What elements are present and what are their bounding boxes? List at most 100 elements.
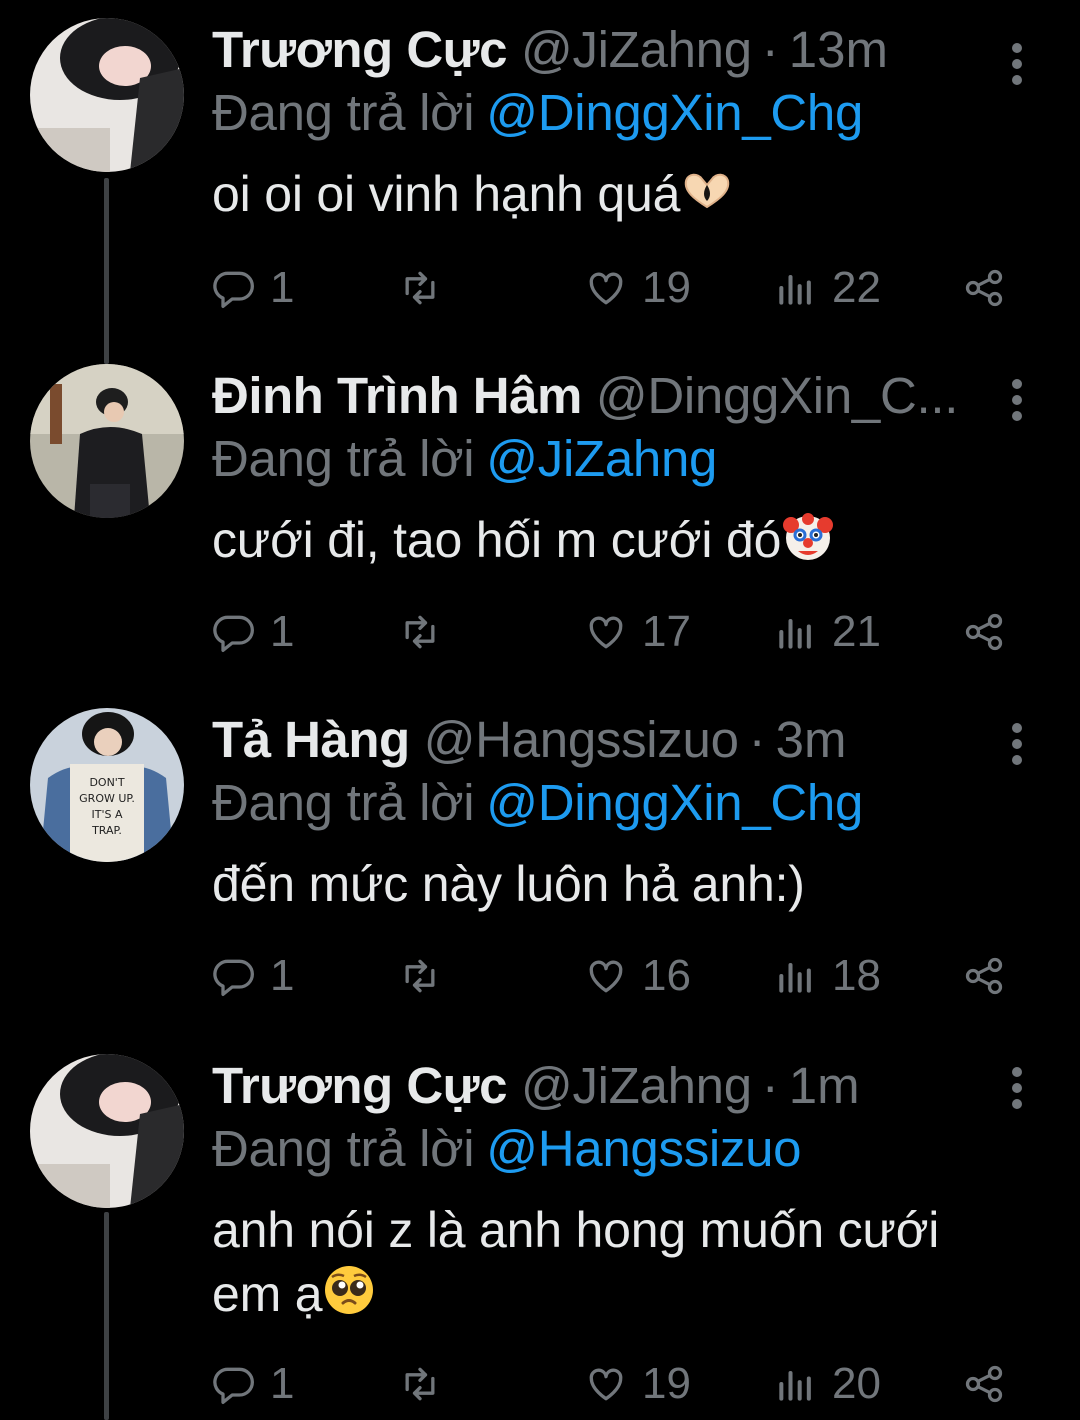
replying-to-label: Đang trả lời [212, 1120, 475, 1177]
avatar-dinggxin[interactable] [30, 364, 184, 518]
reply-button[interactable]: 1 [212, 258, 294, 318]
reply-icon [213, 615, 254, 652]
heart-icon [589, 272, 623, 305]
tweet-1-actions: 1 19 22 [212, 258, 1012, 318]
share-icon [965, 269, 1003, 307]
avatar-jizahng[interactable] [30, 1054, 184, 1208]
shirt-text-line-3: IT'S A [92, 808, 123, 821]
views-icon [779, 618, 811, 649]
views-icon [779, 1370, 811, 1401]
display-name[interactable]: Đinh Trình Hâm [212, 364, 582, 428]
retweet-icon [405, 959, 435, 993]
tweet-text: anh nói z là anh hong muốn cưới em ạ [212, 1198, 1012, 1326]
share-button[interactable] [962, 258, 1006, 318]
tweet-text-body: đến mức này luôn hả anh:) [212, 856, 805, 912]
views-icon [779, 962, 811, 993]
avatar-jizahng[interactable] [30, 18, 184, 172]
avatar-hangssizuo[interactable]: DON'T GROW UP. IT'S A TRAP. [30, 708, 184, 862]
reply-count: 1 [270, 263, 295, 312]
timestamp[interactable]: 1m [789, 1054, 860, 1118]
heart-icon [589, 960, 623, 993]
reply-button[interactable]: 1 [212, 946, 294, 1006]
retweet-icon [405, 271, 435, 305]
user-handle[interactable]: @Hangssizuo [424, 708, 739, 772]
heart-icon [589, 616, 623, 649]
tweet-3-actions: 1 16 18 [212, 946, 1012, 1006]
like-count: 19 [642, 263, 691, 312]
more-vertical-icon[interactable] [1004, 1066, 1030, 1110]
like-count: 17 [642, 607, 691, 656]
mention-link[interactable]: @JiZahng [486, 430, 717, 487]
reply-icon [213, 959, 254, 996]
retweet-icon [405, 615, 435, 649]
retweet-button[interactable] [398, 258, 442, 318]
tweet-text: cưới đi, tao hối m cưới đó [212, 508, 1002, 572]
replying-to-label: Đang trả lời [212, 84, 475, 141]
reply-count: 1 [270, 1359, 295, 1408]
retweet-button[interactable] [398, 946, 442, 1006]
tweet-text: đến mức này luôn hả anh:) [212, 852, 1002, 916]
pleading-face-emoji [322, 1263, 376, 1317]
share-icon [965, 957, 1003, 995]
share-button[interactable] [962, 602, 1006, 662]
like-button[interactable]: 16 [584, 946, 691, 1006]
reply-icon [213, 1367, 254, 1404]
display-name[interactable]: Tả Hàng [212, 708, 410, 772]
shirt-text-line-4: TRAP. [91, 824, 122, 837]
replying-to-label: Đang trả lời [212, 430, 475, 487]
views-button[interactable]: 22 [774, 258, 881, 318]
user-handle[interactable]: @DinggXin_C... [596, 364, 958, 428]
user-handle[interactable]: @JiZahng [521, 18, 752, 82]
heart-hands-emoji [680, 163, 734, 217]
more-vertical-icon[interactable] [1004, 42, 1030, 86]
tweet-text-body: cưới đi, tao hối m cưới đó [212, 512, 782, 568]
replying-to-label: Đang trả lời [212, 774, 475, 831]
display-name[interactable]: Trương Cực [212, 18, 507, 82]
replying-to: Đang trả lời @DinggXin_Chg [212, 82, 1002, 144]
views-button[interactable]: 18 [774, 946, 881, 1006]
tweet-4-actions: 1 19 20 [212, 1354, 1012, 1414]
tweet-text-body: oi oi oi vinh hạnh quá [212, 166, 681, 222]
display-name[interactable]: Trương Cực [212, 1054, 507, 1118]
mention-link[interactable]: @DinggXin_Chg [486, 84, 863, 141]
heart-icon [589, 1368, 623, 1401]
share-icon [965, 613, 1003, 651]
more-vertical-icon[interactable] [1004, 378, 1030, 422]
retweet-button[interactable] [398, 1354, 442, 1414]
tweet-2-actions: 1 17 21 [212, 602, 1012, 662]
clown-face-emoji [781, 509, 835, 563]
mention-link[interactable]: @DinggXin_Chg [486, 774, 863, 831]
timestamp[interactable]: 13m [789, 18, 888, 82]
shirt-text-line-1: DON'T [89, 776, 124, 789]
like-button[interactable]: 17 [584, 602, 691, 662]
timestamp[interactable]: 3m [776, 708, 847, 772]
share-icon [965, 1365, 1003, 1403]
retweet-icon [405, 1367, 435, 1401]
like-count: 16 [642, 951, 691, 1000]
separator-dot: · [761, 1057, 779, 1114]
shirt-text-line-2: GROW UP. [79, 792, 135, 805]
like-button[interactable]: 19 [584, 1354, 691, 1414]
tweet-text: oi oi oi vinh hạnh quá [212, 162, 1002, 226]
tweet-text-body: anh nói z là anh hong muốn cưới em ạ [212, 1202, 940, 1322]
mention-link[interactable]: @Hangssizuo [486, 1120, 801, 1177]
replying-to: Đang trả lời @DinggXin_Chg [212, 772, 1002, 834]
views-count: 20 [832, 1359, 881, 1408]
views-count: 22 [832, 263, 881, 312]
replying-to: Đang trả lời @Hangssizuo [212, 1118, 1002, 1180]
views-button[interactable]: 20 [774, 1354, 881, 1414]
share-button[interactable] [962, 1354, 1006, 1414]
reply-icon [213, 271, 254, 308]
views-button[interactable]: 21 [774, 602, 881, 662]
share-button[interactable] [962, 946, 1006, 1006]
views-count: 21 [832, 607, 881, 656]
retweet-button[interactable] [398, 602, 442, 662]
reply-button[interactable]: 1 [212, 602, 294, 662]
like-button[interactable]: 19 [584, 258, 691, 318]
more-vertical-icon[interactable] [1004, 722, 1030, 766]
separator-dot: · [761, 21, 779, 78]
reply-count: 1 [270, 951, 295, 1000]
like-count: 19 [642, 1359, 691, 1408]
reply-button[interactable]: 1 [212, 1354, 294, 1414]
user-handle[interactable]: @JiZahng [521, 1054, 752, 1118]
